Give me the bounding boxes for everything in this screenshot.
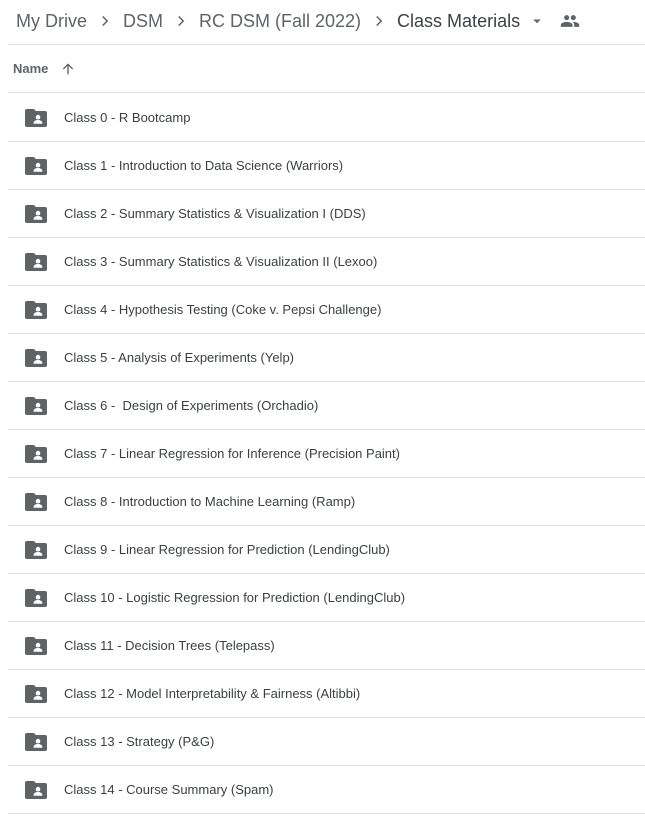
shared-folder-icon — [25, 396, 47, 415]
shared-folder-icon — [25, 348, 47, 367]
file-name: Class 11 - Decision Trees (Telepass) — [64, 638, 275, 653]
caret-down-icon[interactable] — [528, 12, 546, 30]
list-item[interactable]: Class 2 - Summary Statistics & Visualiza… — [8, 190, 645, 238]
shared-folder-icon — [25, 252, 47, 271]
list-item[interactable]: Class 1 - Introduction to Data Science (… — [8, 142, 645, 190]
shared-folder-icon — [25, 636, 47, 655]
shared-folder-icon — [25, 492, 47, 511]
breadcrumb-my-drive[interactable]: My Drive — [16, 9, 87, 34]
file-name: Class 4 - Hypothesis Testing (Coke v. Pe… — [64, 302, 382, 317]
file-name: Class 13 - Strategy (P&G) — [64, 734, 215, 749]
shared-folder-icon — [25, 780, 47, 799]
file-name: Class 7 - Linear Regression for Inferenc… — [64, 446, 400, 461]
file-name: Class 6 - Design of Experiments (Orchadi… — [64, 398, 319, 413]
list-header: Name — [8, 45, 645, 93]
chevron-right-icon — [163, 12, 199, 30]
list-item[interactable]: Class 12 - Model Interpretability & Fair… — [8, 670, 645, 718]
file-name: Class 5 - Analysis of Experiments (Yelp) — [64, 350, 295, 365]
list-item[interactable]: Class 5 - Analysis of Experiments (Yelp) — [8, 334, 645, 382]
list-item[interactable]: Class 4 - Hypothesis Testing (Coke v. Pe… — [8, 286, 645, 334]
file-list: Class 0 - R Bootcamp Class 1 - Introducti… — [8, 94, 645, 814]
file-name: Class 14 - Course Summary (Spam) — [64, 782, 274, 797]
list-item[interactable]: Class 3 - Summary Statistics & Visualiza… — [8, 238, 645, 286]
shared-folder-icon — [25, 444, 47, 463]
list-item[interactable]: Class 0 - R Bootcamp — [8, 94, 645, 142]
list-item[interactable]: Class 9 - Linear Regression for Predicti… — [8, 526, 645, 574]
file-name: Class 1 - Introduction to Data Science (… — [64, 158, 344, 173]
shared-folder-icon — [25, 540, 47, 559]
chevron-right-icon — [361, 12, 397, 30]
shared-folder-icon — [25, 156, 47, 175]
shared-folder-icon — [25, 204, 47, 223]
list-item[interactable]: Class 13 - Strategy (P&G) — [8, 718, 645, 766]
file-name: Class 2 - Summary Statistics & Visualiza… — [64, 206, 366, 221]
name-column-header[interactable]: Name — [13, 61, 48, 76]
breadcrumb-dsm[interactable]: DSM — [123, 9, 163, 34]
breadcrumb: My Drive DSM RC DSM (Fall 2022) Class Ma… — [16, 0, 580, 42]
shared-folder-icon — [25, 732, 47, 751]
file-name: Class 0 - R Bootcamp — [64, 110, 191, 125]
list-item[interactable]: Class 8 - Introduction to Machine Learni… — [8, 478, 645, 526]
chevron-right-icon — [87, 12, 123, 30]
list-item[interactable]: Class 7 - Linear Regression for Inferenc… — [8, 430, 645, 478]
shared-folder-icon — [25, 684, 47, 703]
list-item[interactable]: Class 14 - Course Summary (Spam) — [8, 766, 645, 814]
shared-folder-icon — [25, 588, 47, 607]
breadcrumb-rc-dsm[interactable]: RC DSM (Fall 2022) — [199, 9, 361, 34]
file-name: Class 3 - Summary Statistics & Visualiza… — [64, 254, 378, 269]
file-name: Class 8 - Introduction to Machine Learni… — [64, 494, 356, 509]
file-name: Class 12 - Model Interpretability & Fair… — [64, 686, 361, 701]
shared-folder-icon — [25, 108, 47, 127]
list-item[interactable]: Class 6 - Design of Experiments (Orchadi… — [8, 382, 645, 430]
breadcrumb-current-folder[interactable]: Class Materials — [397, 9, 520, 34]
list-item[interactable]: Class 10 - Logistic Regression for Predi… — [8, 574, 645, 622]
people-icon — [560, 11, 580, 31]
shared-folder-icon — [25, 300, 47, 319]
arrow-up-icon[interactable] — [60, 61, 76, 77]
file-name: Class 10 - Logistic Regression for Predi… — [64, 590, 406, 605]
list-item[interactable]: Class 11 - Decision Trees (Telepass) — [8, 622, 645, 670]
file-name: Class 9 - Linear Regression for Predicti… — [64, 542, 390, 557]
